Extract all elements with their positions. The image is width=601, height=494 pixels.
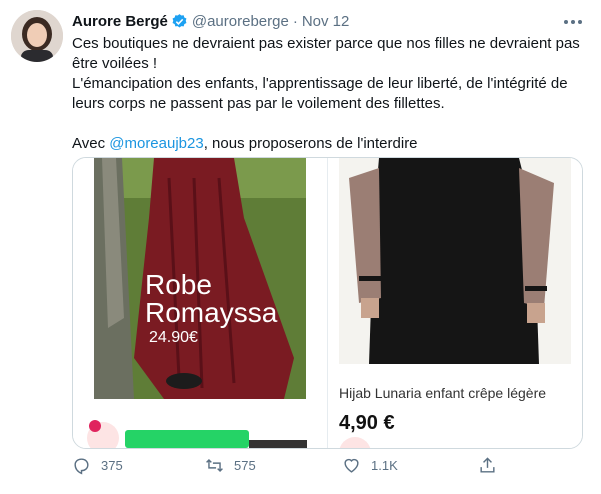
share-button[interactable] [478, 456, 507, 475]
share-icon [480, 457, 495, 473]
tweet-actions: 375 575 1.1K [72, 456, 584, 476]
reply-button[interactable]: 375 [72, 456, 123, 475]
media-card[interactable]: Robe Romayssa 24.90€ Hijab Lunaria enfan… [72, 157, 583, 449]
hijab-photo [339, 158, 571, 364]
retweet-icon [206, 458, 223, 473]
avatar-image [11, 10, 63, 62]
shop-badge-icon-2 [339, 437, 371, 448]
shop-badge-icon [87, 420, 119, 448]
like-button[interactable]: 1.1K [342, 456, 398, 475]
whatsapp-button-icon [125, 430, 249, 448]
retweet-button[interactable]: 575 [205, 456, 256, 475]
retweet-count: 575 [234, 458, 256, 473]
reply-count: 375 [101, 458, 123, 473]
robe-price: 24.90€ [149, 329, 198, 346]
tweet-line-2: L'émancipation des enfants, l'apprentiss… [72, 75, 568, 112]
author-handle[interactable]: @auroreberge [192, 13, 289, 30]
reply-icon [74, 458, 89, 475]
media-left[interactable]: Robe Romayssa 24.90€ [73, 158, 327, 448]
tweet-header: Aurore Bergé @auroreberge · Nov 12 [72, 13, 349, 30]
hijab-price: 4,90 € [339, 412, 395, 434]
tweet-line-1: Ces boutiques ne devraient pas exister p… [72, 35, 580, 72]
tweet-text: Ces boutiques ne devraient pas exister p… [72, 34, 584, 154]
author-name[interactable]: Aurore Bergé [72, 13, 168, 30]
more-dots-icon[interactable] [561, 12, 585, 32]
hijab-product-name: Hijab Lunaria enfant crêpe légère [339, 385, 547, 401]
dark-strip [249, 440, 307, 448]
tweet[interactable]: Aurore Bergé @auroreberge · Nov 12 Ces b… [0, 0, 601, 494]
like-count: 1.1K [371, 458, 398, 473]
separator-dot: · [292, 13, 298, 30]
tweet-date[interactable]: Nov 12 [302, 13, 350, 30]
tweet-line-3: Avec @moreaujb23, nous proposerons de l'… [72, 135, 418, 152]
heart-icon [344, 458, 359, 473]
mention-link[interactable]: @moreaujb23 [109, 135, 203, 152]
media-right[interactable]: Hijab Lunaria enfant crêpe légère 4,90 € [328, 158, 582, 448]
avatar[interactable] [11, 10, 63, 62]
verified-badge-icon [172, 14, 187, 28]
robe-title: Robe Romayssa [145, 269, 278, 328]
